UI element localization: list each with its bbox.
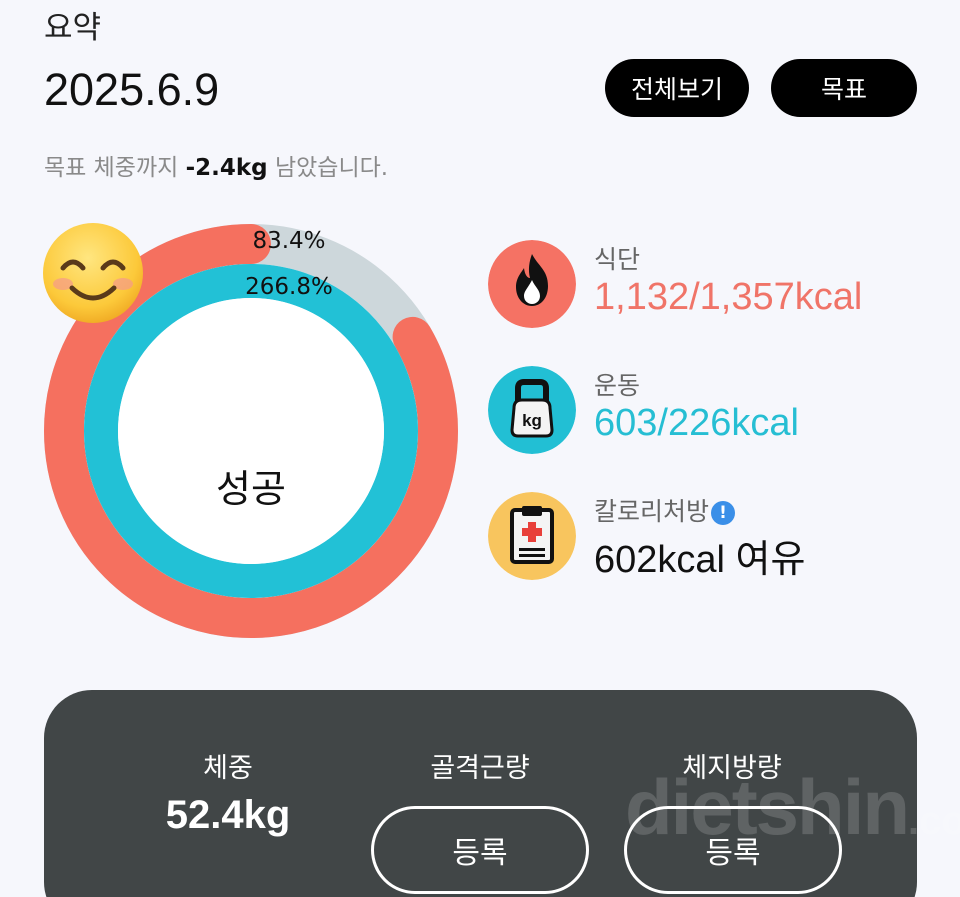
- fat-label: 체지방량: [682, 753, 782, 784]
- inner-percent-label: 266.8%: [245, 274, 333, 300]
- kettlebell-icon: kg: [488, 366, 576, 454]
- remaining-prefix: 목표 체중까지: [44, 155, 186, 181]
- diet-label: 식단: [594, 245, 641, 274]
- progress-ring: 83.4% 266.8% 성공: [38, 218, 464, 644]
- info-icon[interactable]: !: [711, 501, 736, 525]
- goal-button[interactable]: 목표: [771, 59, 917, 117]
- remaining-value: -2.4kg: [185, 155, 268, 181]
- clipboard-icon: [488, 492, 576, 580]
- muscle-label: 골격근량: [430, 753, 530, 784]
- remaining-suffix: 남았습니다.: [267, 155, 389, 181]
- calorie-prescription-label: 칼로리처방!: [594, 492, 736, 528]
- section-title: 요약: [44, 10, 102, 46]
- view-all-button[interactable]: 전체보기: [605, 59, 749, 117]
- remaining-weight-text: 목표 체중까지 -2.4kg 남았습니다.: [44, 148, 388, 182]
- date-display: 2025.6.9: [44, 64, 220, 115]
- exercise-label: 운동: [594, 371, 641, 400]
- calorie-prescription-label-text: 칼로리처방: [594, 497, 710, 526]
- muscle-register-button[interactable]: 등록: [371, 806, 589, 894]
- diet-value: 1,132/1,357kcal: [594, 276, 863, 318]
- kettlebell-kg-text: kg: [522, 411, 542, 430]
- weight-label: 체중: [203, 753, 253, 784]
- smiling-face-icon: [43, 223, 143, 323]
- status-text: 성공: [216, 467, 286, 511]
- body-stats-panel: 체중 52.4kg 골격근량 등록 체지방량 등록: [44, 690, 917, 897]
- calorie-prescription-value: 602kcal 여유: [594, 539, 806, 581]
- weight-value: 52.4kg: [165, 793, 291, 837]
- exercise-value: 603/226kcal: [594, 402, 799, 444]
- outer-percent-label: 83.4%: [252, 228, 326, 254]
- fire-icon: [488, 240, 576, 328]
- ring-center: [118, 298, 384, 564]
- fat-register-button[interactable]: 등록: [624, 806, 842, 894]
